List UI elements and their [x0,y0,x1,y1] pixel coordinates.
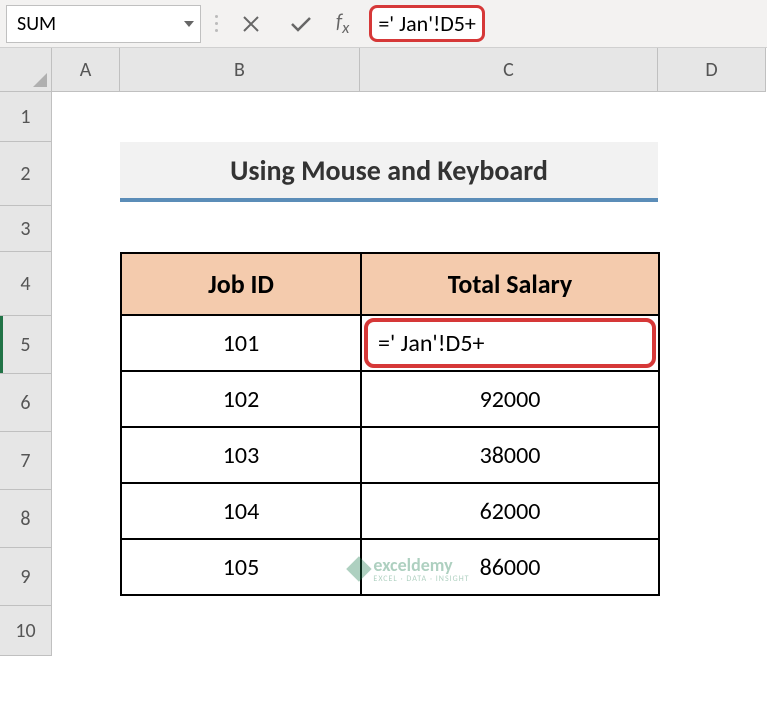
watermark-tagline: EXCEL · DATA · INSIGHT [373,574,469,584]
row-header-6[interactable]: 6 [0,374,52,432]
row-header-8[interactable]: 8 [0,490,52,548]
watermark-logo-icon [346,556,371,581]
select-all-corner[interactable] [0,48,52,92]
cell-B8[interactable]: 104 [121,483,361,539]
formula-input[interactable]: =' Jan'!D5+ [359,5,767,43]
cell-B6[interactable]: 102 [121,371,361,427]
formula-bar-divider [207,15,226,32]
table-row: 104 62000 [121,483,659,539]
cancel-formula-button[interactable] [226,5,276,43]
row-headers: 1 2 3 4 5 6 7 8 9 10 [0,92,52,656]
col-header-D[interactable]: D [658,48,766,92]
cells-area[interactable]: Using Mouse and Keyboard Job ID Total Sa… [52,92,767,656]
confirm-formula-button[interactable] [276,5,326,43]
sheet-body: 1 2 3 4 5 6 7 8 9 10 Using Mouse and Key… [0,92,767,656]
cell-B5[interactable]: 101 [121,315,361,371]
table-header-row: Job ID Total Salary [121,253,659,315]
formula-bar: SUM fx =' Jan'!D5+ [0,0,767,48]
row-header-3[interactable]: 3 [0,206,52,252]
fx-icon[interactable]: fx [326,10,359,38]
row-header-7[interactable]: 7 [0,432,52,490]
col-header-B[interactable]: B [120,48,360,92]
sheet-title: Using Mouse and Keyboard [120,142,658,202]
watermark-brand: exceldemy [373,554,452,576]
col-header-C[interactable]: C [360,48,658,92]
name-box-dropdown-icon[interactable] [184,21,194,27]
row-header-9[interactable]: 9 [0,548,52,606]
data-table: Job ID Total Salary 101 =' Jan'!D5+ 102 … [120,252,660,596]
cell-C6[interactable]: 92000 [361,371,659,427]
row-header-2[interactable]: 2 [0,142,52,206]
cell-C5[interactable]: =' Jan'!D5+ [361,315,659,371]
row-header-10[interactable]: 10 [0,606,52,656]
cell-B7[interactable]: 103 [121,427,361,483]
name-box-value: SUM [17,12,56,36]
cell-C8[interactable]: 62000 [361,483,659,539]
editing-formula: =' Jan'!D5+ [364,318,656,368]
table-row: 101 =' Jan'!D5+ [121,315,659,371]
row-header-1[interactable]: 1 [0,92,52,142]
name-box[interactable]: SUM [6,5,201,43]
cell-B9[interactable]: 105 [121,539,361,595]
formula-text: =' Jan'!D5+ [369,5,485,42]
col-header-A[interactable]: A [52,48,120,92]
table-row: 102 92000 [121,371,659,427]
row-header-5[interactable]: 5 [0,316,52,374]
table-row: 103 38000 [121,427,659,483]
watermark: exceldemy EXCEL · DATA · INSIGHT [349,554,469,584]
column-header-row: A B C D [0,48,767,92]
row-header-4[interactable]: 4 [0,252,52,316]
header-job-id[interactable]: Job ID [121,253,361,315]
header-total-salary[interactable]: Total Salary [361,253,659,315]
cell-C7[interactable]: 38000 [361,427,659,483]
